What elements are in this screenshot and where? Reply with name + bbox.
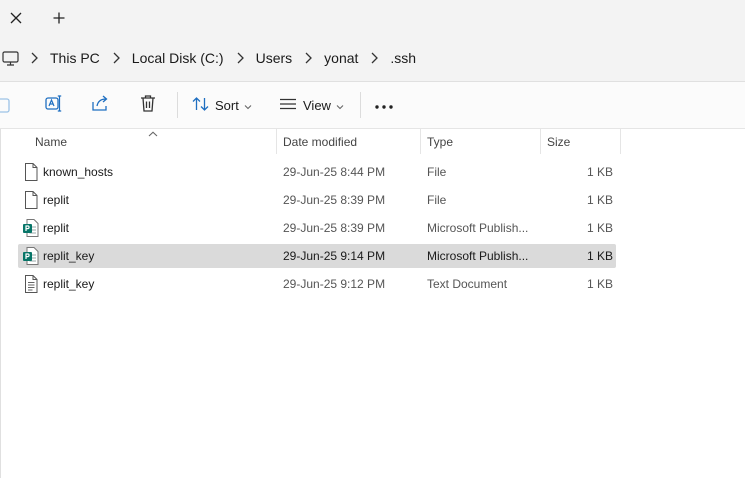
file-name: replit_key	[43, 249, 95, 263]
file-size: 1 KB	[586, 221, 613, 235]
share-button[interactable]	[91, 89, 111, 121]
column-header-size[interactable]: Size	[547, 129, 617, 154]
breadcrumb: This PC Local Disk (C:) Users yonat .ssh	[0, 35, 422, 81]
chevron-right-icon[interactable]	[106, 35, 126, 81]
plus-icon[interactable]	[44, 0, 74, 35]
sort-button[interactable]: Sort	[192, 89, 252, 121]
column-divider[interactable]	[276, 129, 277, 154]
share-icon	[91, 94, 111, 116]
view-label: View	[303, 97, 331, 113]
breadcrumb-this-pc[interactable]: This PC	[44, 44, 106, 72]
toolbar-divider	[360, 92, 361, 118]
publisher-file-icon	[23, 219, 39, 237]
monitor-icon[interactable]	[0, 35, 24, 81]
file-date-modified: 29-Jun-25 8:39 PM	[283, 221, 386, 235]
ellipsis-icon	[374, 98, 394, 113]
file-row-selected[interactable]: replit_key 29-Jun-25 9:14 PM Microsoft P…	[18, 244, 616, 268]
file-type: File	[427, 165, 447, 179]
chevron-right-icon[interactable]	[24, 35, 44, 81]
delete-button[interactable]	[139, 89, 157, 121]
more-options-button[interactable]	[374, 89, 394, 121]
file-type: Microsoft Publish...	[427, 249, 529, 263]
chevron-down-icon	[336, 98, 344, 113]
column-header-name[interactable]: Name	[35, 129, 275, 154]
view-icon	[279, 98, 297, 113]
publisher-file-icon	[23, 247, 39, 265]
file-row[interactable]: replit_key 29-Jun-25 9:12 PM Text Docume…	[18, 272, 616, 296]
close-icon[interactable]	[0, 0, 31, 35]
command-bar: Sort View	[0, 82, 745, 129]
chevron-down-icon	[244, 98, 252, 113]
file-row[interactable]: replit 29-Jun-25 8:39 PM File 1 KB	[18, 188, 616, 212]
file-date-modified: 29-Jun-25 8:39 PM	[283, 193, 386, 207]
trash-icon	[139, 94, 157, 116]
breadcrumb-ssh[interactable]: .ssh	[384, 44, 422, 72]
breadcrumb-users[interactable]: Users	[250, 44, 299, 72]
rename-icon	[44, 94, 63, 116]
chevron-right-icon[interactable]	[298, 35, 318, 81]
file-type: Text Document	[427, 277, 508, 291]
file-size: 1 KB	[586, 277, 613, 291]
text-file-icon	[23, 275, 39, 293]
rename-button[interactable]	[44, 89, 63, 121]
column-divider[interactable]	[540, 129, 541, 154]
file-type: Microsoft Publish...	[427, 221, 529, 235]
file-date-modified: 29-Jun-25 9:14 PM	[283, 249, 386, 263]
file-type: File	[427, 193, 447, 207]
file-name: replit	[43, 193, 70, 207]
view-button[interactable]: View	[279, 89, 344, 121]
chevron-right-icon[interactable]	[364, 35, 384, 81]
column-header-date-modified[interactable]: Date modified	[283, 129, 418, 154]
file-size: 1 KB	[586, 193, 613, 207]
file-size: 1 KB	[586, 165, 613, 179]
address-bar: This PC Local Disk (C:) Users yonat .ssh	[0, 35, 745, 82]
file-name: known_hosts	[43, 165, 114, 179]
column-divider[interactable]	[420, 129, 421, 154]
file-name: replit_key	[43, 277, 95, 291]
file-row[interactable]: replit 29-Jun-25 8:39 PM Microsoft Publi…	[18, 216, 616, 240]
blank-file-icon	[23, 163, 39, 181]
sort-icon	[192, 96, 209, 115]
sort-label: Sort	[215, 97, 239, 113]
toolbar-divider	[177, 92, 178, 118]
file-row[interactable]: known_hosts 29-Jun-25 8:44 PM File 1 KB	[18, 160, 616, 184]
navigation-pane-border	[0, 129, 1, 478]
blank-file-icon	[23, 191, 39, 209]
file-size: 1 KB	[586, 249, 613, 263]
breadcrumb-yonat[interactable]: yonat	[318, 44, 364, 72]
chevron-right-icon[interactable]	[230, 35, 250, 81]
file-date-modified: 29-Jun-25 9:12 PM	[283, 277, 386, 291]
file-name: replit	[43, 221, 70, 235]
tab-strip	[0, 0, 745, 35]
file-date-modified: 29-Jun-25 8:44 PM	[283, 165, 386, 179]
copy-icon[interactable]	[0, 89, 14, 121]
breadcrumb-local-disk[interactable]: Local Disk (C:)	[126, 44, 230, 72]
column-divider[interactable]	[620, 129, 621, 154]
column-header-type[interactable]: Type	[427, 129, 537, 154]
